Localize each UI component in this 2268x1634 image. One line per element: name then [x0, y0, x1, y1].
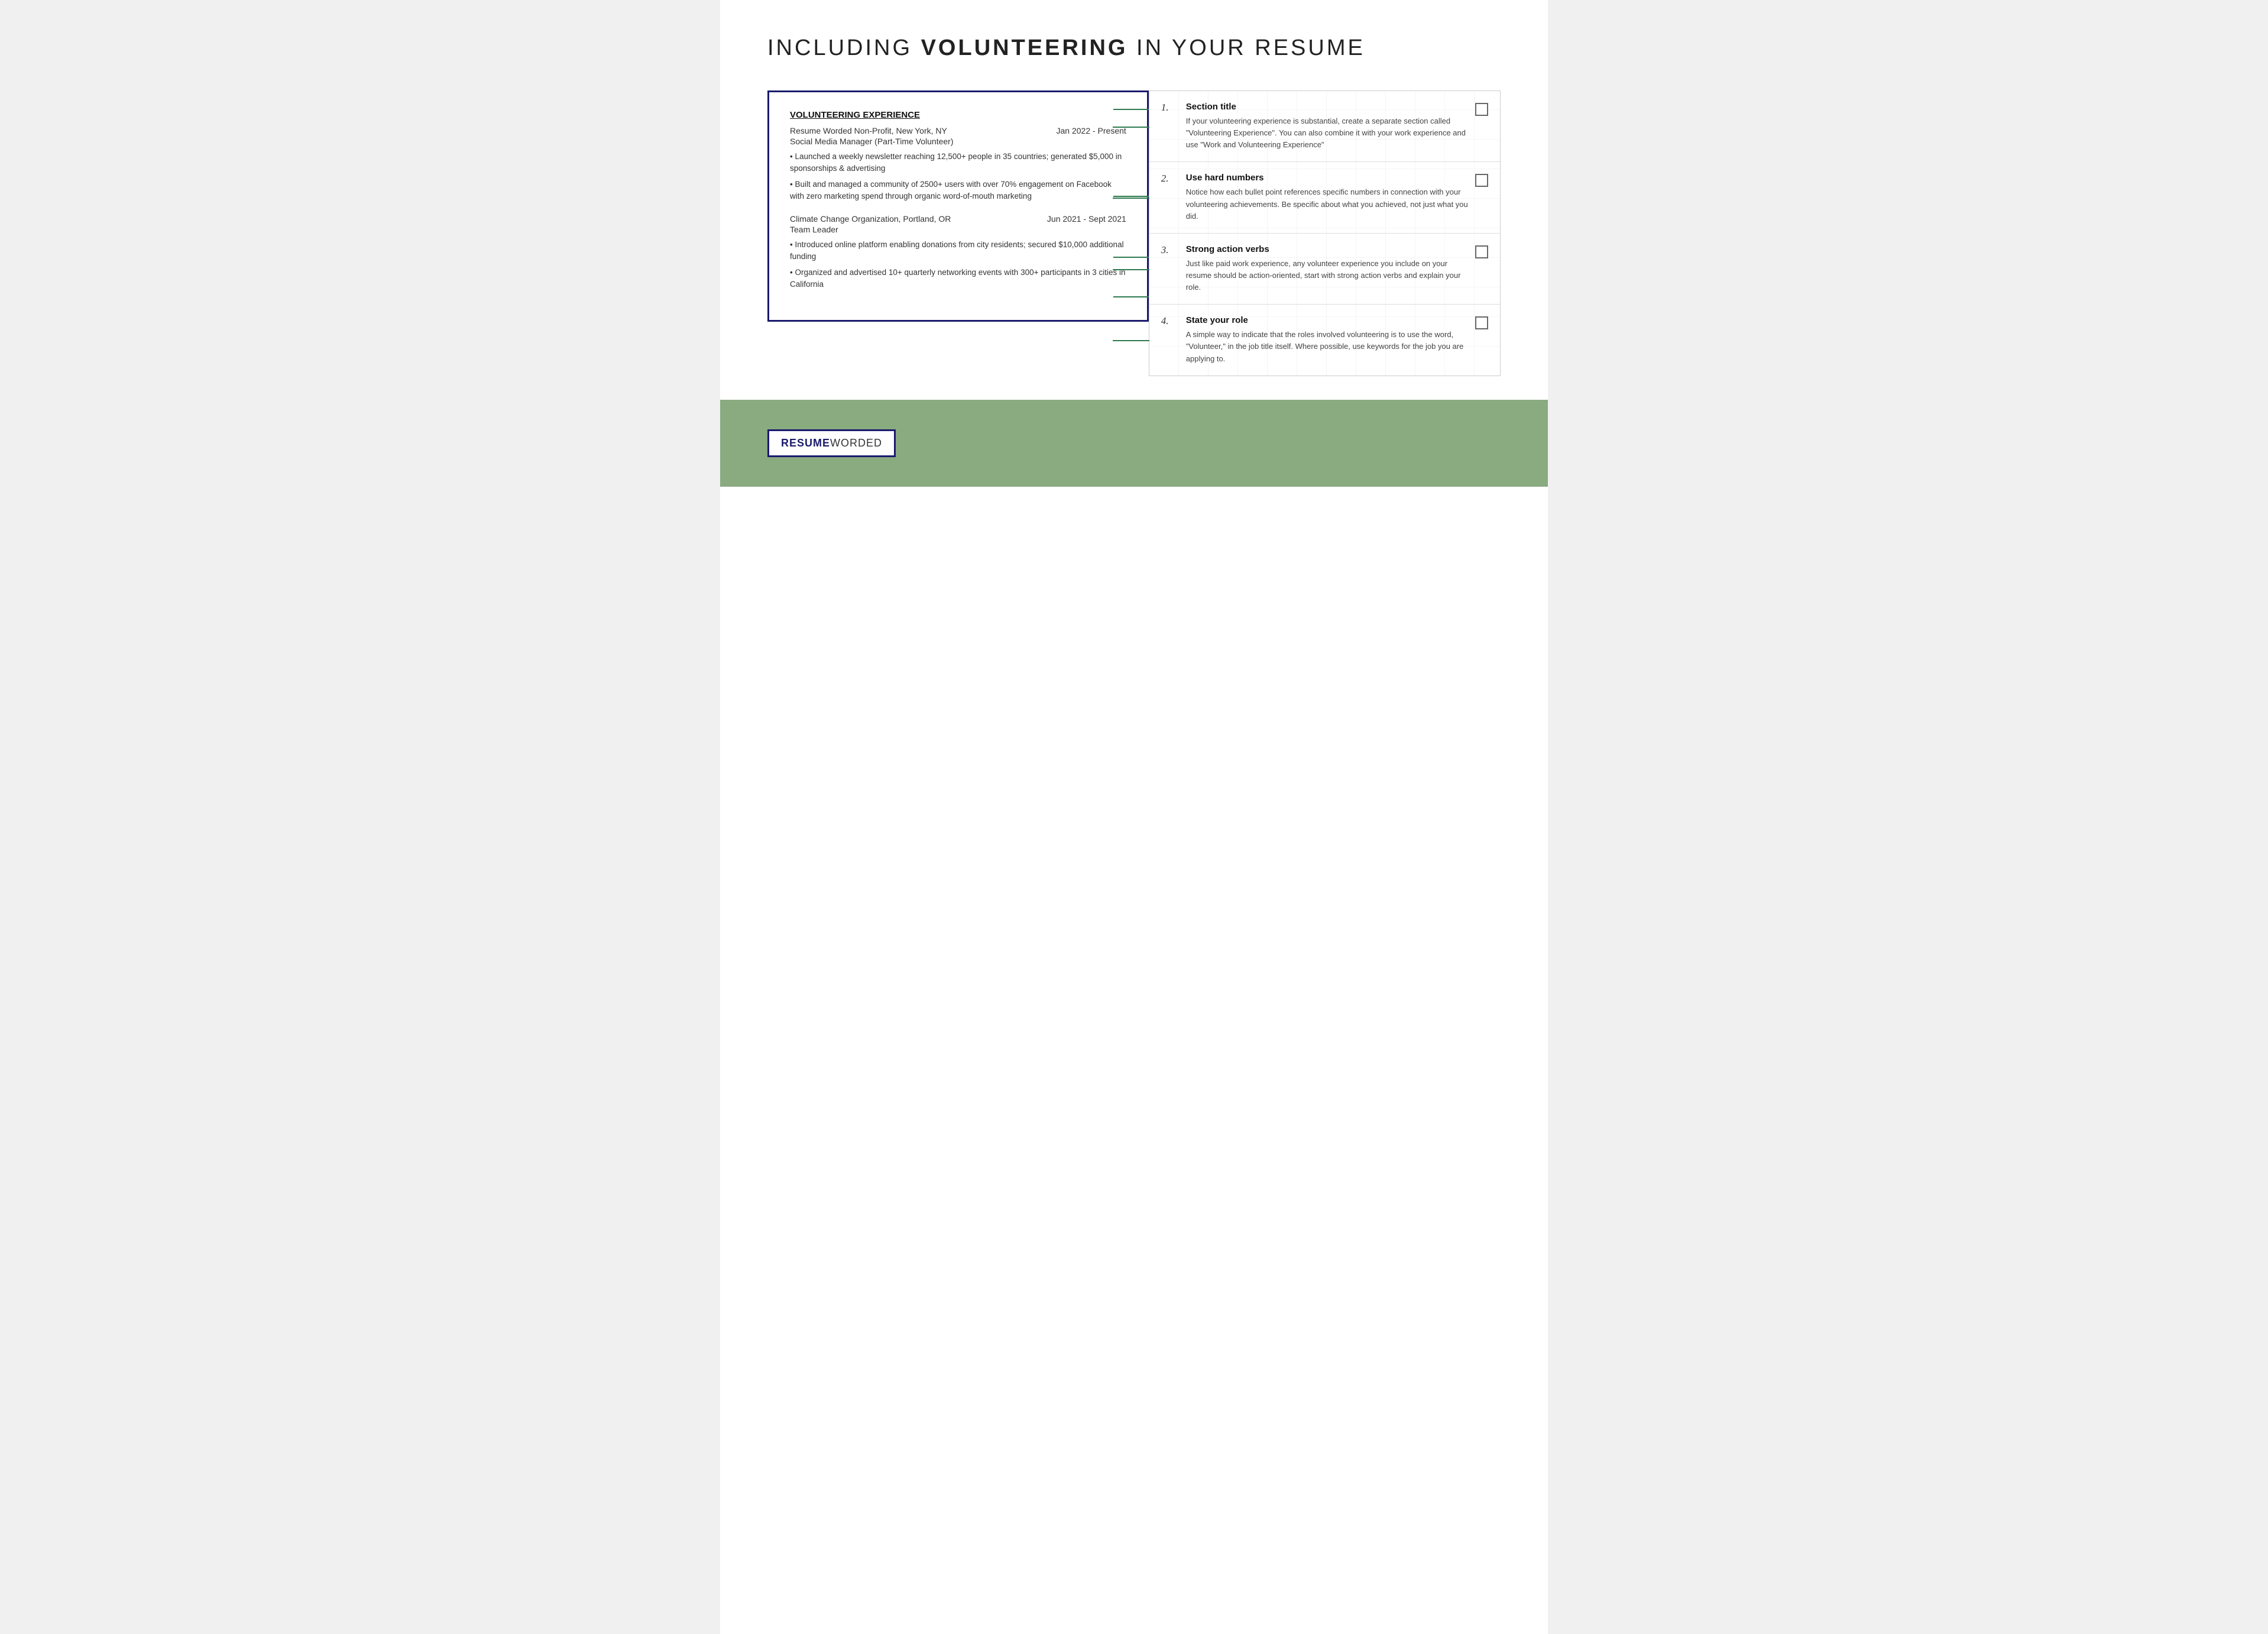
resume-org-1: Resume Worded Non-Profit, New York, NY	[790, 126, 947, 135]
tip-content-1: Section title If your volunteering exper…	[1186, 102, 1468, 151]
resume-bullet-2-1: • Introduced online platform enabling do…	[790, 239, 1126, 263]
resume-role-2: Team Leader	[790, 225, 1126, 234]
annotation-line-4	[1113, 296, 1149, 297]
tip-connector-1	[1113, 127, 1149, 128]
tip-number-4: 4.	[1161, 315, 1179, 327]
tip-content-2: Use hard numbers Notice how each bullet …	[1186, 173, 1468, 222]
tip-item-2: 2. Use hard numbers Notice how each bull…	[1149, 162, 1500, 233]
tip-number-1: 1.	[1161, 102, 1179, 114]
resume-panel: VOLUNTEERING EXPERIENCE Resume Worded No…	[767, 90, 1149, 322]
logo-worded: WORDED	[830, 437, 882, 449]
tip-checkbox-2[interactable]	[1475, 174, 1488, 187]
title-bold: VOLUNTEERING	[921, 35, 1128, 60]
tip-item-1: 1. Section title If your volunteering ex…	[1149, 91, 1500, 162]
resume-org-row-1: Resume Worded Non-Profit, New York, NY J…	[790, 126, 1126, 135]
tip-connector-3	[1113, 269, 1149, 270]
footer-area: RESUME WORDED	[720, 400, 1548, 487]
tip-connector-2	[1113, 198, 1149, 199]
logo-resume: RESUME	[781, 437, 830, 449]
tip-title-3: Strong action verbs	[1186, 244, 1468, 254]
tip-description-1: If your volunteering experience is subst…	[1186, 115, 1468, 151]
tip-description-4: A simple way to indicate that the roles …	[1186, 329, 1468, 364]
tip-description-2: Notice how each bullet point references …	[1186, 186, 1468, 222]
resume-entry-1: VOLUNTEERING EXPERIENCE Resume Worded No…	[790, 110, 1126, 202]
title-end: IN YOUR RESUME	[1127, 35, 1365, 60]
annotation-line-2	[1113, 196, 1149, 197]
tip-connector-4	[1113, 340, 1149, 341]
page-title: INCLUDING VOLUNTEERING IN YOUR RESUME	[767, 35, 1501, 61]
tip-description-3: Just like paid work experience, any volu…	[1186, 258, 1468, 293]
resume-bullet-2-2: • Organized and advertised 10+ quarterly…	[790, 267, 1126, 291]
resume-role-1: Social Media Manager (Part-Time Voluntee…	[790, 137, 1126, 146]
tip-content-4: State your role A simple way to indicate…	[1186, 315, 1468, 364]
tip-checkbox-4[interactable]	[1475, 316, 1488, 329]
annotation-line-1	[1113, 109, 1149, 110]
resume-org-row-2: Climate Change Organization, Portland, O…	[790, 214, 1126, 224]
resume-org-2: Climate Change Organization, Portland, O…	[790, 214, 951, 224]
tip-item-3: 3. Strong action verbs Just like paid wo…	[1149, 234, 1500, 305]
tip-item-4: 4. State your role A simple way to indic…	[1149, 305, 1500, 375]
tip-number-3: 3.	[1161, 244, 1179, 256]
resume-bullet-1-1: • Launched a weekly newsletter reaching …	[790, 151, 1126, 175]
logo-box: RESUME WORDED	[767, 429, 896, 457]
resume-dates-2: Jun 2021 - Sept 2021	[1047, 214, 1126, 224]
tip-title-1: Section title	[1186, 102, 1468, 112]
annotation-line-3	[1113, 257, 1149, 258]
tip-checkbox-3[interactable]	[1475, 245, 1488, 258]
tip-checkbox-1[interactable]	[1475, 103, 1488, 116]
resume-section-title: VOLUNTEERING EXPERIENCE	[790, 110, 1126, 120]
tip-title-4: State your role	[1186, 315, 1468, 325]
resume-entry-2: Climate Change Organization, Portland, O…	[790, 214, 1126, 290]
tip-title-2: Use hard numbers	[1186, 173, 1468, 183]
tip-content-3: Strong action verbs Just like paid work …	[1186, 244, 1468, 293]
tips-panel: 1. Section title If your volunteering ex…	[1149, 90, 1501, 376]
resume-bullet-1-2: • Built and managed a community of 2500+…	[790, 179, 1126, 203]
tip-number-2: 2.	[1161, 173, 1179, 185]
title-normal: INCLUDING	[767, 35, 921, 60]
